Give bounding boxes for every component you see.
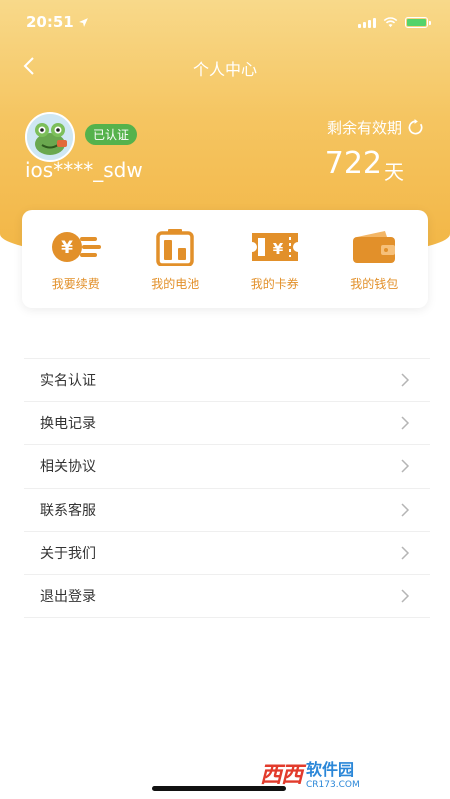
menu-item-label: 联系客服 bbox=[40, 502, 96, 519]
menu-item-label: 关于我们 bbox=[40, 545, 96, 562]
menu-item-real-name-verification[interactable]: 实名认证 bbox=[24, 359, 430, 403]
watermark-logo: 西西 bbox=[260, 763, 303, 788]
menu-item-label: 换电记录 bbox=[40, 416, 96, 433]
verified-badge: 已认证 bbox=[85, 124, 138, 145]
menu-item-label: 退出登录 bbox=[40, 589, 96, 606]
coupon-ticket-icon: ¥ bbox=[251, 232, 298, 261]
status-time: 20:51 bbox=[26, 13, 89, 31]
quick-action-wallet[interactable]: 我的钱包 bbox=[325, 227, 425, 292]
quick-action-coupons-label: 我的卡券 bbox=[250, 276, 299, 291]
renew-payment-icon: ¥ bbox=[51, 231, 101, 262]
avatar[interactable] bbox=[25, 112, 75, 162]
chevron-right-icon bbox=[401, 503, 410, 517]
chevron-right-icon bbox=[401, 459, 410, 473]
chevron-right-icon bbox=[401, 546, 410, 560]
svg-text:¥: ¥ bbox=[61, 238, 73, 258]
cellular-signal-icon bbox=[358, 17, 376, 28]
battery-icon bbox=[156, 228, 194, 266]
menu-item-label: 实名认证 bbox=[40, 373, 96, 390]
remaining-validity: 剩余有效期 bbox=[327, 117, 424, 138]
quick-action-wallet-label: 我的钱包 bbox=[350, 276, 399, 291]
quick-action-renew[interactable]: ¥ 我要续费 bbox=[26, 227, 126, 292]
page-title: 个人中心 bbox=[192, 60, 257, 79]
menu-item-logout[interactable]: 退出登录 bbox=[24, 575, 430, 619]
menu-item-swap-records[interactable]: 换电记录 bbox=[24, 402, 430, 446]
chevron-right-icon bbox=[401, 373, 410, 387]
wifi-icon bbox=[383, 16, 398, 27]
remaining-days-value: 722 bbox=[324, 146, 382, 181]
quick-action-battery-label: 我的电池 bbox=[151, 276, 200, 291]
menu-item-agreements[interactable]: 相关协议 bbox=[24, 445, 430, 489]
quick-action-battery[interactable]: 我的电池 bbox=[126, 227, 226, 292]
menu-item-label: 相关协议 bbox=[40, 459, 96, 476]
chevron-right-icon bbox=[401, 589, 410, 603]
quick-actions-card: ¥ 我要续费 我的电池 ¥ 我的卡券 我的钱包 bbox=[22, 210, 428, 308]
watermark: 西西 软件园 CR173.COM bbox=[260, 755, 430, 791]
svg-text:¥: ¥ bbox=[273, 240, 284, 258]
watermark-url: CR173.COM bbox=[306, 780, 360, 790]
menu-item-about-us[interactable]: 关于我们 bbox=[24, 532, 430, 575]
menu-item-customer-service[interactable]: 联系客服 bbox=[24, 489, 430, 532]
settings-menu: 实名认证 换电记录 相关协议 联系客服 关于我们 退出登录 bbox=[24, 358, 430, 619]
username: ios****_sdw bbox=[25, 158, 143, 182]
location-arrow-icon bbox=[78, 17, 88, 27]
nav-bar: 个人中心 bbox=[0, 46, 450, 86]
watermark-brand: 软件园 bbox=[306, 760, 355, 779]
status-time-text: 20:51 bbox=[26, 13, 74, 31]
chevron-right-icon bbox=[401, 416, 410, 430]
wallet-icon bbox=[353, 230, 396, 263]
status-indicators bbox=[358, 16, 431, 28]
refresh-icon[interactable] bbox=[407, 119, 424, 136]
home-indicator bbox=[152, 786, 286, 791]
frog-avatar-icon bbox=[27, 114, 73, 160]
battery-status-icon bbox=[405, 16, 431, 28]
status-bar: 20:51 bbox=[0, 0, 450, 44]
quick-action-coupons[interactable]: ¥ 我的卡券 bbox=[225, 227, 325, 292]
quick-action-renew-label: 我要续费 bbox=[51, 276, 100, 291]
remaining-validity-label: 剩余有效期 bbox=[326, 119, 402, 137]
remaining-days-unit: 天 bbox=[384, 160, 404, 184]
